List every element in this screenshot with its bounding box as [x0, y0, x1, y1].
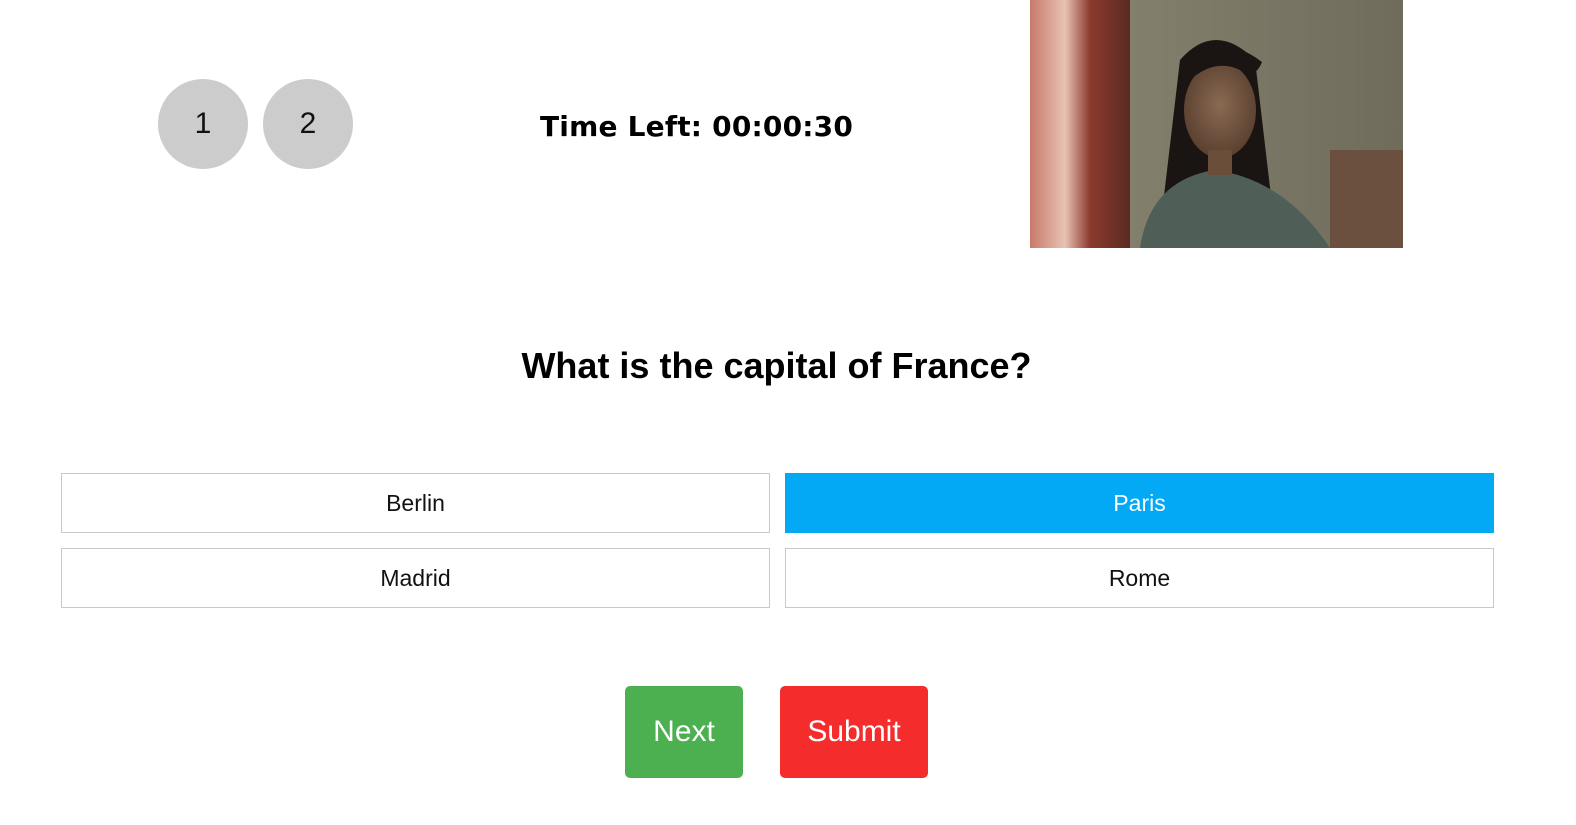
- action-buttons: Next Submit: [625, 686, 928, 778]
- option-madrid[interactable]: Madrid: [61, 548, 770, 608]
- option-paris[interactable]: Paris: [785, 473, 1494, 533]
- answer-options: Berlin Paris Madrid Rome: [61, 473, 1494, 608]
- next-button[interactable]: Next: [625, 686, 743, 778]
- question-text: What is the capital of France?: [521, 345, 1032, 386]
- webcam-image: [1030, 0, 1403, 248]
- option-berlin[interactable]: Berlin: [61, 473, 770, 533]
- question-2-button[interactable]: 2: [263, 79, 353, 169]
- time-left-timer: Time Left: 00:00:30: [540, 110, 854, 143]
- quiz-page: 1 2 Time Left: 00:00:30 What is the capi…: [0, 0, 1576, 825]
- webcam-feed: [1030, 0, 1403, 248]
- option-rome[interactable]: Rome: [785, 548, 1494, 608]
- question-1-button[interactable]: 1: [158, 79, 248, 169]
- question-navigator: 1 2: [158, 79, 353, 169]
- submit-button[interactable]: Submit: [780, 686, 928, 778]
